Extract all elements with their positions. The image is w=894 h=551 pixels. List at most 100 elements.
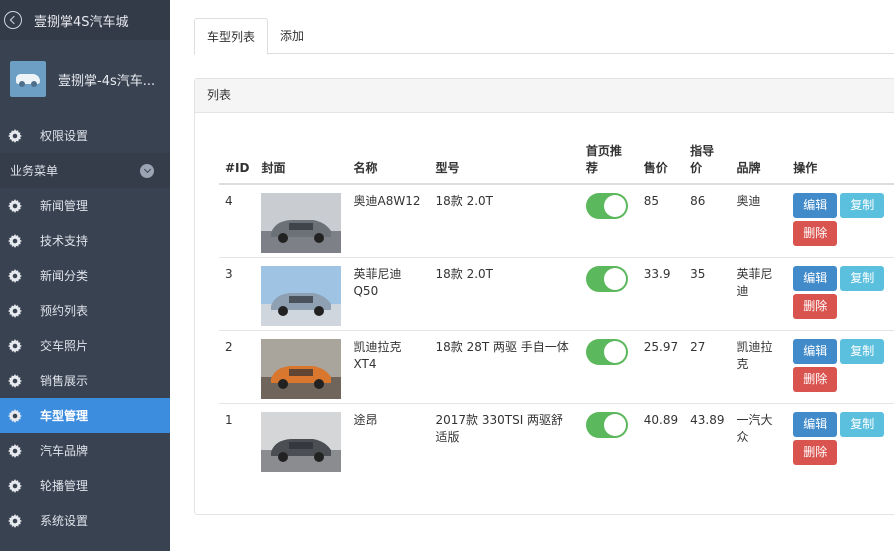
table-row: 4 奥迪A8W12 18款 2.0T 85 86 奥迪 编辑 复制 删除 (219, 184, 894, 257)
cell-price: 40.89 (637, 402, 685, 476)
gear-icon (8, 199, 22, 213)
homepage-recommend-toggle[interactable] (585, 411, 628, 438)
sidebar-item-appointments[interactable]: 预约列表 (0, 293, 170, 328)
gear-icon (8, 339, 22, 353)
sidebar-item-tech-support[interactable]: 技术支持 (0, 223, 170, 258)
copy-button[interactable]: 复制 (840, 193, 885, 218)
sidebar-item-car-models[interactable]: 车型管理 (0, 398, 170, 433)
copy-button[interactable]: 复制 (840, 265, 885, 291)
main-content: 车型列表 添加 列表 #ID 封面 名称 型号 首页推荐 售价 指导价 品牌 操作 4 奥迪A8W… (170, 0, 894, 551)
sidebar: 壹捌掌4S汽车城 壹捌掌-4s汽车... 权限设置 业务菜单 新闻管理技术支持新… (0, 0, 170, 551)
cell-cover (255, 256, 348, 330)
edit-button[interactable]: 编辑 (793, 265, 838, 291)
cell-id: 3 (219, 256, 256, 330)
edit-button[interactable]: 编辑 (793, 338, 838, 364)
sidebar-item-label: 轮播管理 (40, 479, 89, 493)
edit-button[interactable]: 编辑 (793, 193, 838, 218)
sidebar-item-label: 车型管理 (40, 409, 89, 423)
cell-guide-price: 27 (684, 329, 731, 403)
gear-icon (8, 304, 22, 318)
sidebar-header: 壹捌掌4S汽车城 (0, 0, 170, 40)
sidebar-item-label: 技术支持 (40, 234, 89, 248)
sidebar-item-label: 预约列表 (40, 304, 89, 318)
delete-button[interactable]: 删除 (793, 439, 838, 465)
column-header: 名称 (347, 139, 430, 185)
cell-guide-price: 43.89 (684, 402, 731, 476)
cell-price: 85 (643, 194, 660, 208)
sidebar-item-system-settings[interactable]: 系统设置 (0, 503, 170, 538)
car-icon (16, 74, 40, 87)
cell-price: 25.97 (637, 329, 685, 403)
panel-title: 列表 (195, 79, 894, 113)
cell-recommend (579, 329, 638, 403)
column-header: 首页推荐 (579, 139, 638, 185)
gear-icon (8, 479, 22, 493)
sidebar-item-carousel[interactable]: 轮播管理 (0, 468, 170, 503)
cell-price: 33.9 (637, 256, 685, 330)
sidebar-item-label: 权限设置 (40, 129, 89, 143)
gear-icon (8, 374, 22, 388)
cell-brand: 凯迪拉克 (730, 329, 788, 403)
cell-actions: 编辑 复制 删除 (787, 184, 894, 257)
cell-recommend (579, 402, 638, 476)
username: 壹捌掌-4s汽车... (58, 73, 156, 89)
gear-icon (8, 409, 22, 423)
sidebar-item-permissions[interactable]: 权限设置 (0, 118, 170, 153)
tab-model-list[interactable]: 车型列表 (194, 18, 269, 55)
gear-icon (8, 234, 22, 248)
delete-button[interactable]: 删除 (793, 366, 838, 392)
homepage-recommend-toggle[interactable] (585, 265, 628, 292)
car-model-table: #ID 封面 名称 型号 首页推荐 售价 指导价 品牌 操作 4 奥迪A8W12 18款 2.0T 8… (219, 139, 894, 476)
edit-button[interactable]: 编辑 (793, 411, 838, 437)
cell-actions: 编辑 复制 删除 (787, 329, 894, 403)
menu-group-label: 业务菜单 (10, 164, 59, 178)
sidebar-item-news[interactable]: 新闻管理 (0, 188, 170, 223)
cell-actions: 编辑 复制 删除 (787, 402, 894, 476)
back-icon[interactable] (4, 11, 22, 29)
homepage-recommend-toggle[interactable] (585, 338, 628, 365)
cell-name: 途昂 (347, 402, 430, 476)
delete-button[interactable]: 删除 (793, 221, 838, 246)
cell-id: 2 (219, 329, 256, 403)
car-thumbnail (261, 411, 342, 472)
sidebar-item-delivery-photos[interactable]: 交车照片 (0, 328, 170, 363)
car-thumbnail (261, 193, 342, 253)
sidebar-item-label: 销售展示 (40, 374, 89, 388)
cell-recommend (580, 184, 638, 257)
homepage-recommend-toggle[interactable] (585, 193, 628, 219)
cell-model: 18款 2.0T (429, 256, 580, 330)
list-panel: 列表 #ID 封面 名称 型号 首页推荐 售价 指导价 品牌 操作 4 奥迪A8W12 18款 2.… (194, 78, 894, 515)
car-thumbnail (261, 265, 342, 326)
cell-model: 18款 2.0T (435, 194, 493, 208)
cell-name: 英菲尼迪Q50 (347, 256, 430, 330)
avatar (10, 61, 46, 97)
column-header: 封面 (255, 139, 348, 185)
user-profile: 壹捌掌-4s汽车... (0, 40, 170, 118)
cell-guide-price: 86 (690, 194, 706, 208)
sidebar-item-label: 交车照片 (40, 339, 89, 353)
column-header: 型号 (429, 139, 580, 185)
gear-icon (8, 444, 22, 458)
sidebar-item-label: 系统设置 (40, 514, 89, 528)
cell-brand: 英菲尼迪 (730, 256, 788, 330)
table-row: 2 凯迪拉克XT4 18款 28T 两驱 手自一体 25.97 27 凯迪拉克 编辑 复制 删除 (219, 329, 894, 403)
cell-cover (255, 184, 347, 257)
tab-add[interactable]: 添加 (268, 18, 316, 54)
sidebar-item-news-category[interactable]: 新闻分类 (0, 258, 170, 293)
menu-group-business[interactable]: 业务菜单 (0, 153, 170, 188)
cell-guide-price: 35 (684, 256, 731, 330)
gear-icon (8, 514, 22, 528)
column-header: 品牌 (730, 139, 788, 185)
app-title: 壹捌掌4S汽车城 (34, 14, 129, 30)
cell-id: 4 (225, 194, 233, 208)
delete-button[interactable]: 删除 (793, 293, 838, 319)
sidebar-item-car-brands[interactable]: 汽车品牌 (0, 433, 170, 468)
tab-bar: 车型列表 添加 (194, 18, 894, 55)
copy-button[interactable]: 复制 (840, 411, 885, 437)
cell-recommend (579, 256, 638, 330)
sidebar-item-sales-showcase[interactable]: 销售展示 (0, 363, 170, 398)
sidebar-item-label: 新闻分类 (40, 269, 89, 283)
sidebar-item-label: 汽车品牌 (40, 444, 89, 458)
gear-icon (8, 129, 22, 143)
copy-button[interactable]: 复制 (840, 338, 885, 364)
